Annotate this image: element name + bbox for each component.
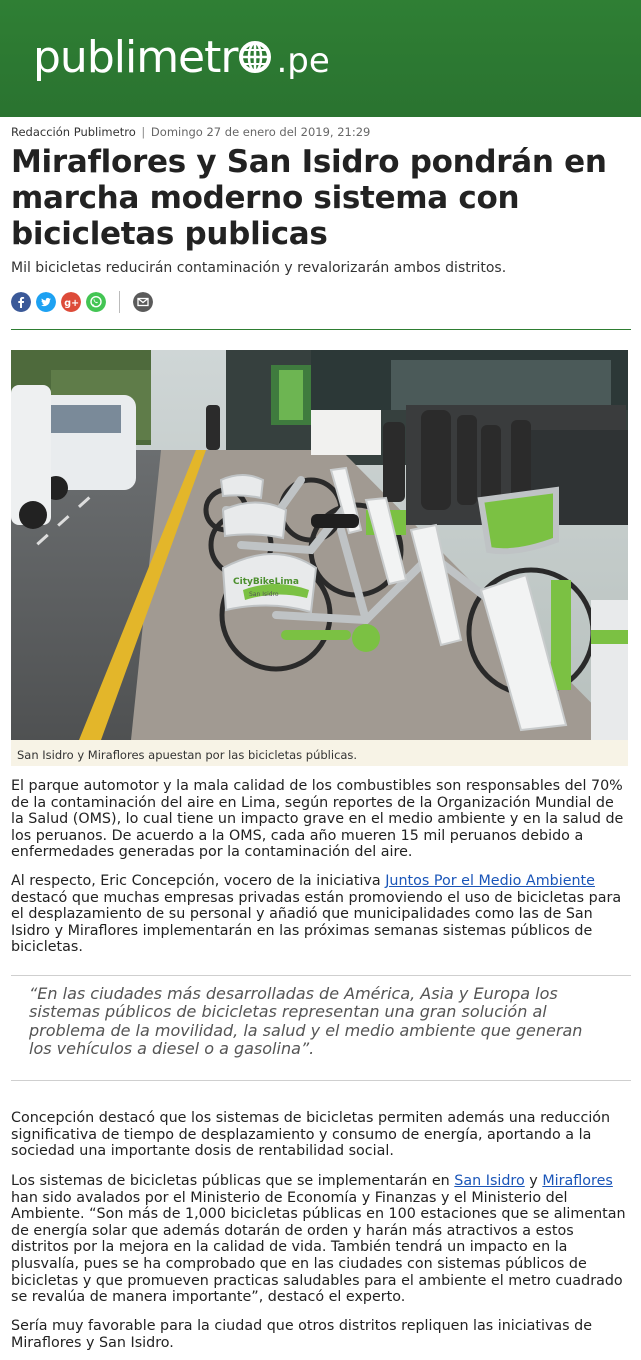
pull-quote: “En las ciudades más desarrolladas de Am…	[29, 984, 583, 1058]
publish-date: Domingo 27 de enero del 2019, 21:29	[150, 125, 371, 139]
share-bar: g+	[11, 290, 158, 314]
header-divider	[11, 329, 631, 330]
publimetro-logo[interactable]: publimetr .pe	[33, 30, 330, 89]
globe-icon	[239, 41, 272, 73]
quote-top-rule	[11, 975, 631, 976]
paragraph-2: Al respecto, Eric Concepción, vocero de …	[11, 873, 622, 956]
article-photo[interactable]: CityBikeLima San Isidro	[11, 350, 628, 740]
link-san-isidro[interactable]: San Isidro	[454, 1173, 524, 1189]
link-juntos-medio-ambiente[interactable]: Juntos Por el Medio Ambiente	[385, 873, 595, 889]
photo-bike-sub: San Isidro	[249, 591, 279, 598]
svg-text:g+: g+	[64, 298, 79, 309]
paragraph-3: Concepción destacó que los sistemas de b…	[11, 1110, 611, 1160]
facebook-icon[interactable]	[11, 292, 31, 312]
site-header: publimetr .pe	[0, 0, 641, 117]
article-byline: Redacción Publimetro | Domingo 27 de ene…	[11, 125, 370, 139]
paragraph-4: Los sistemas de bicicletas públicas que …	[11, 1173, 626, 1306]
photo-bike-brand: CityBikeLima	[233, 577, 299, 587]
twitter-icon[interactable]	[36, 292, 56, 312]
google-plus-icon[interactable]: g+	[61, 292, 81, 312]
article-title: Miraflores y San Isidro pondrán en march…	[11, 144, 607, 252]
paragraph-5: Sería muy favorable para la ciudad que o…	[11, 1318, 593, 1351]
paragraph-1: El parque automotor y la mala calidad de…	[11, 778, 624, 861]
bike-station-photo: CityBikeLima San Isidro	[11, 350, 628, 740]
author: Redacción Publimetro	[11, 125, 136, 139]
article-subtitle: Mil bicicletas reducirán contaminación y…	[11, 260, 507, 276]
share-divider	[119, 291, 120, 313]
quote-bottom-rule	[11, 1080, 631, 1081]
photo-caption: San Isidro y Miraflores apuestan por las…	[11, 740, 628, 766]
whatsapp-icon[interactable]	[86, 292, 106, 312]
byline-separator: |	[141, 125, 146, 139]
link-miraflores[interactable]: Miraflores	[542, 1173, 613, 1189]
email-icon[interactable]	[133, 292, 153, 312]
